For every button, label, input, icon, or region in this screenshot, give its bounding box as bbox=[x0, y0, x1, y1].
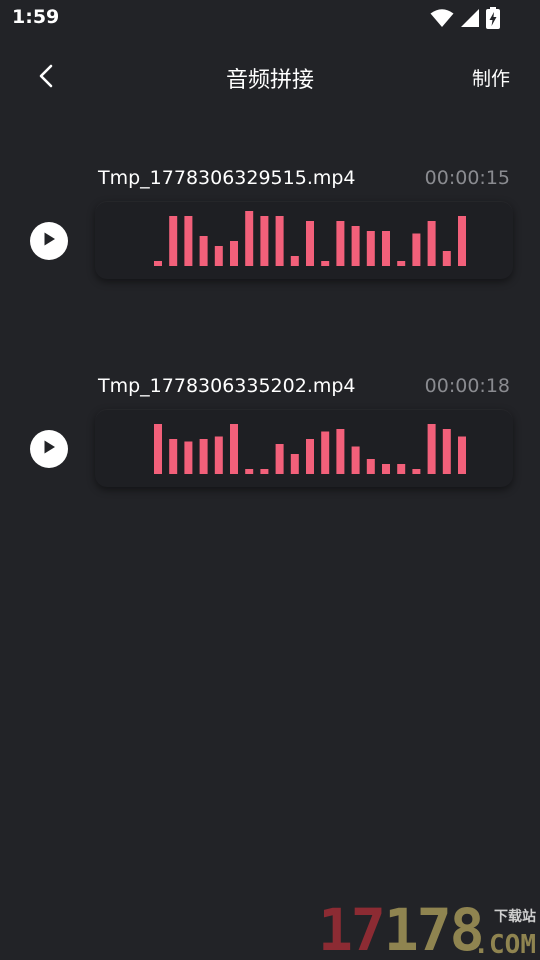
waveform-bar bbox=[245, 469, 254, 474]
cellular-signal-icon bbox=[460, 8, 480, 28]
waveform-bar bbox=[321, 261, 330, 266]
waveform bbox=[154, 424, 466, 474]
waveform-bar bbox=[184, 216, 193, 266]
waveform-bar bbox=[442, 429, 451, 474]
audio-item: Tmp_1778306329515.mp4 00:00:15 bbox=[0, 167, 540, 307]
waveform-bar bbox=[412, 469, 421, 474]
status-bar: 1:59 bbox=[0, 0, 540, 38]
waveform-bar bbox=[275, 216, 284, 266]
waveform-panel[interactable] bbox=[95, 409, 513, 487]
waveform-bar bbox=[199, 236, 208, 266]
waveform-bar bbox=[275, 444, 284, 474]
waveform-bar bbox=[290, 256, 299, 266]
waveform-bar bbox=[397, 464, 406, 474]
waveform-bar bbox=[214, 436, 223, 474]
waveform-bar bbox=[260, 469, 269, 474]
waveform-bar bbox=[306, 439, 314, 474]
waveform-bar bbox=[199, 439, 208, 474]
page-title: 音频拼接 bbox=[225, 68, 314, 93]
waveform-bar bbox=[306, 221, 314, 266]
audio-item: Tmp_1778306335202.mp4 00:00:18 bbox=[0, 375, 540, 515]
waveform-bar bbox=[427, 221, 436, 266]
waveform-bar bbox=[397, 261, 406, 266]
play-icon bbox=[41, 439, 57, 459]
header: 音频拼接 制作 bbox=[0, 52, 540, 102]
waveform-bar bbox=[382, 464, 390, 474]
watermark-number-b: 178 bbox=[383, 896, 485, 960]
play-button[interactable] bbox=[30, 222, 68, 260]
waveform-bar bbox=[290, 454, 299, 474]
screen: 1:59 音频拼接 制作 Tmp_1778306329515.mp4 00:00… bbox=[0, 0, 540, 960]
waveform-bar bbox=[245, 211, 254, 266]
waveform-bar bbox=[366, 231, 375, 266]
wifi-icon bbox=[430, 8, 454, 28]
waveform-bar bbox=[458, 216, 466, 266]
play-button[interactable] bbox=[30, 430, 68, 468]
file-duration: 00:00:18 bbox=[424, 375, 510, 397]
waveform-bar bbox=[184, 441, 193, 474]
waveform-bar bbox=[382, 231, 390, 266]
watermark-domain: .COM bbox=[473, 930, 536, 960]
waveform-bar bbox=[351, 226, 360, 266]
waveform-bar bbox=[260, 216, 269, 266]
waveform bbox=[154, 211, 466, 266]
make-button[interactable]: 制作 bbox=[472, 64, 510, 91]
file-name: Tmp_1778306329515.mp4 bbox=[98, 167, 356, 189]
waveform-bar bbox=[169, 216, 178, 266]
waveform-bar bbox=[336, 221, 345, 266]
waveform-bar bbox=[230, 424, 238, 474]
waveform-bar bbox=[154, 261, 162, 266]
waveform-bar bbox=[169, 439, 178, 474]
waveform-bar bbox=[427, 424, 436, 474]
battery-charging-icon bbox=[486, 7, 500, 29]
waveform-bar bbox=[321, 431, 330, 474]
status-icons bbox=[430, 7, 500, 29]
site-watermark: 17178 下载站 .COM bbox=[318, 900, 540, 960]
waveform-bar bbox=[458, 436, 466, 474]
status-time: 1:59 bbox=[12, 6, 60, 28]
waveform-bar bbox=[336, 429, 345, 474]
waveform-bar bbox=[442, 251, 451, 266]
waveform-bar bbox=[214, 246, 223, 266]
waveform-panel[interactable] bbox=[95, 201, 513, 279]
file-name: Tmp_1778306335202.mp4 bbox=[98, 375, 356, 397]
file-duration: 00:00:15 bbox=[424, 167, 510, 189]
watermark-number-a: 17 bbox=[318, 896, 386, 960]
waveform-bar bbox=[351, 446, 360, 474]
waveform-bar bbox=[412, 233, 421, 266]
waveform-bar bbox=[154, 424, 162, 474]
waveform-bar bbox=[230, 241, 238, 266]
play-icon bbox=[41, 231, 57, 251]
waveform-bar bbox=[366, 459, 375, 474]
watermark-sub: 下载站 bbox=[494, 909, 536, 925]
